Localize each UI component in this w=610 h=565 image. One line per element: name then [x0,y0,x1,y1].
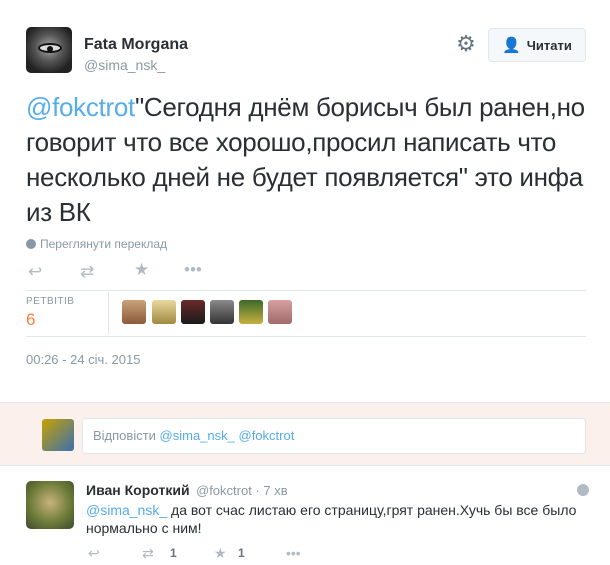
retweets-count[interactable]: 6 [26,310,35,330]
current-user-avatar [42,419,74,451]
reply-favorite-count: 1 [238,546,245,560]
retweet-icon[interactable]: ⇄ [80,262,94,282]
reply-input[interactable]: Відповісти @sima_nsk_ @fokctrot [82,418,586,454]
globe-icon [577,484,589,496]
translate-link[interactable]: Переглянути переклад [26,237,167,251]
more-icon[interactable]: ••• [184,260,202,280]
translate-label: Переглянути переклад [40,237,168,251]
author-handle[interactable]: @sima_nsk_ [84,57,165,73]
follow-button[interactable]: 👤 Читати [488,28,586,62]
author-name[interactable]: Fata Morgana [84,36,188,54]
retweeter-avatar[interactable] [181,300,205,324]
retweeter-avatar[interactable] [239,300,263,324]
tweet-timestamp[interactable]: 00:26 - 24 січ. 2015 [26,352,140,367]
divider [26,336,586,337]
retweeter-avatar[interactable] [268,300,292,324]
retweet-icon[interactable]: ⇄ [142,545,154,562]
tweet-mention[interactable]: @fokctrot [26,92,135,122]
retweeter-avatar[interactable] [122,300,146,324]
reply-author-avatar[interactable] [26,481,74,529]
reply-mention[interactable]: @sima_nsk_ [86,502,167,518]
favorite-icon[interactable]: ★ [134,260,149,280]
favorite-icon[interactable]: ★ [214,545,227,562]
reply-prefix: Відповісти [93,428,160,443]
add-user-icon: 👤 [502,37,521,54]
stats-separator [108,292,109,334]
author-avatar[interactable] [26,27,72,73]
reply-author-name[interactable]: Иван Короткий [86,482,190,498]
reply-text: @sima_nsk_ да вот счас листаю его страни… [86,501,586,537]
retweeter-avatar[interactable] [210,300,234,324]
reply-mentions: @sima_nsk_ @fokctrot [159,428,295,443]
globe-icon [26,239,36,249]
reply-icon[interactable]: ↩ [28,262,42,282]
gear-icon[interactable]: ⚙ [456,33,476,55]
follow-label: Читати [526,37,572,53]
reply-icon[interactable]: ↩ [88,545,100,562]
more-icon[interactable]: ••• [286,545,301,561]
reply-retweet-count: 1 [170,546,177,560]
divider [26,290,586,291]
tweet-text: @fokctrot"Сегодня днём борисыч был ранен… [26,90,596,230]
retweeter-avatar[interactable] [152,300,176,324]
reply-author-handle[interactable]: @fokctrot · 7 хв [196,483,288,498]
retweets-label: РЕТВІТІВ [26,296,75,307]
